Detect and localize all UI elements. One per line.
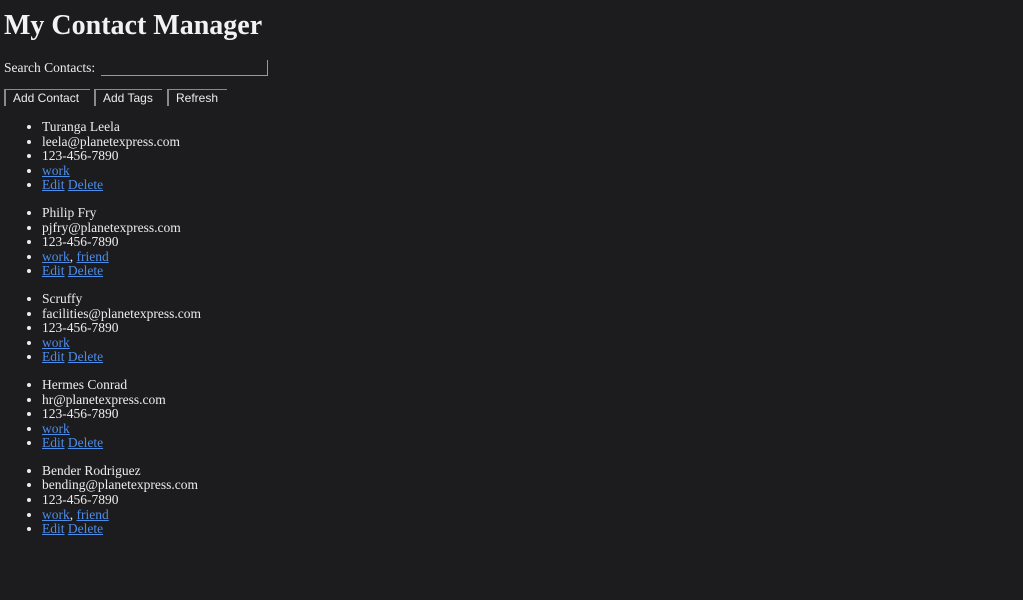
contact-tags: work, friend bbox=[42, 507, 201, 523]
search-label: Search Contacts: bbox=[4, 60, 96, 75]
tag-link-work[interactable]: work bbox=[42, 249, 70, 264]
contact-email: facilities@planetexpress.com bbox=[42, 306, 201, 322]
edit-link[interactable]: Edit bbox=[42, 521, 65, 536]
contact-name: Philip Fry bbox=[42, 205, 201, 221]
contact-name: Scruffy bbox=[42, 291, 201, 307]
contact-item: Scruffy facilities@planetexpress.com 123… bbox=[0, 291, 201, 365]
add-tags-button[interactable]: Add Tags bbox=[94, 89, 162, 106]
delete-link[interactable]: Delete bbox=[68, 349, 103, 365]
search-input[interactable] bbox=[101, 60, 269, 76]
contact-name: Bender Rodriguez bbox=[42, 463, 201, 479]
contact-item: Hermes Conrad hr@planetexpress.com 123-4… bbox=[0, 377, 201, 451]
refresh-button[interactable]: Refresh bbox=[167, 89, 227, 106]
edit-link[interactable]: Edit bbox=[42, 263, 65, 279]
contact-phone: 123-456-7890 bbox=[42, 492, 201, 508]
search-row: Search Contacts: bbox=[4, 59, 269, 77]
contact-phone: 123-456-7890 bbox=[42, 149, 201, 164]
contact-email: leela@planetexpress.com bbox=[42, 134, 201, 150]
tag-link-work[interactable]: work bbox=[42, 163, 70, 178]
edit-link[interactable]: Edit bbox=[42, 435, 65, 450]
contact-list: Turanga Leela leela@planetexpress.com 12… bbox=[0, 119, 201, 550]
contact-item: Turanga Leela leela@planetexpress.com 12… bbox=[0, 119, 201, 193]
tag-link-work[interactable]: work bbox=[42, 421, 70, 436]
contact-name: Hermes Conrad bbox=[42, 377, 201, 393]
contact-tags: work bbox=[42, 163, 201, 179]
contact-phone: 123-456-7890 bbox=[42, 235, 201, 250]
contact-actions: Edit Delete bbox=[42, 350, 201, 365]
contact-actions: Edit Delete bbox=[42, 521, 201, 537]
contact-phone: 123-456-7890 bbox=[42, 321, 201, 336]
page-title: My Contact Manager bbox=[4, 10, 263, 41]
edit-link[interactable]: Edit bbox=[42, 177, 65, 193]
contact-item: Philip Fry pjfry@planetexpress.com 123-4… bbox=[0, 205, 201, 279]
contact-actions: Edit Delete bbox=[42, 178, 201, 193]
delete-link[interactable]: Delete bbox=[68, 177, 103, 193]
contact-item: Bender Rodriguez bending@planetexpress.c… bbox=[0, 463, 201, 537]
delete-link[interactable]: Delete bbox=[68, 521, 103, 536]
contact-tags: work bbox=[42, 335, 201, 351]
contact-email: hr@planetexpress.com bbox=[42, 392, 201, 408]
contact-email: pjfry@planetexpress.com bbox=[42, 220, 201, 236]
contact-name: Turanga Leela bbox=[42, 119, 201, 135]
add-contact-button[interactable]: Add Contact bbox=[4, 89, 90, 106]
tag-link-friend[interactable]: friend bbox=[77, 249, 109, 264]
contact-tags: work bbox=[42, 421, 201, 437]
contact-tags: work, friend bbox=[42, 249, 201, 265]
tag-link-work[interactable]: work bbox=[42, 507, 70, 522]
delete-link[interactable]: Delete bbox=[68, 435, 103, 450]
contact-actions: Edit Delete bbox=[42, 264, 201, 279]
contact-actions: Edit Delete bbox=[42, 435, 201, 451]
delete-link[interactable]: Delete bbox=[68, 263, 103, 279]
edit-link[interactable]: Edit bbox=[42, 349, 65, 365]
tag-link-friend[interactable]: friend bbox=[77, 507, 109, 522]
tag-link-work[interactable]: work bbox=[42, 335, 70, 350]
contact-email: bending@planetexpress.com bbox=[42, 478, 201, 493]
contact-phone: 123-456-7890 bbox=[42, 406, 201, 422]
